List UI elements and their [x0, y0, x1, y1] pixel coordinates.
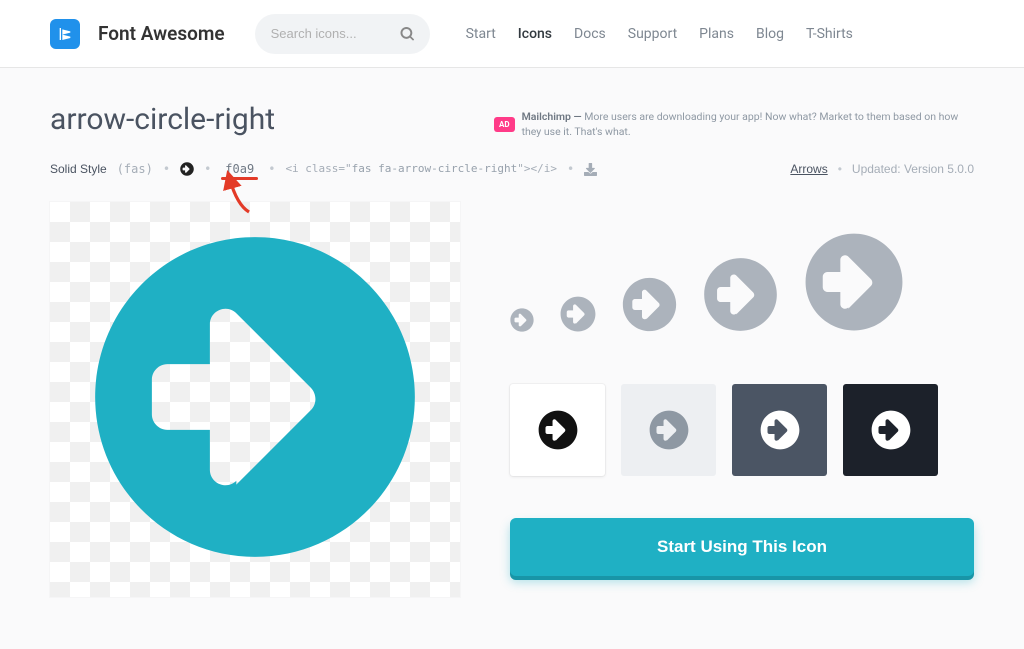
main-nav: Start Icons Docs Support Plans Blog T-Sh…	[466, 26, 853, 42]
swatch-row	[510, 384, 974, 476]
swatch-white[interactable]	[510, 384, 605, 476]
logo-icon[interactable]	[50, 19, 80, 49]
swatch-dark[interactable]	[843, 384, 938, 476]
icon-preview	[50, 202, 460, 597]
page-title: arrow-circle-right	[50, 102, 275, 137]
ad-badge: AD	[494, 117, 515, 132]
size-lg[interactable]	[703, 257, 778, 336]
unicode-value[interactable]: f0a9	[221, 162, 258, 176]
arrow-circle-right-icon	[90, 232, 420, 566]
search-input-wrap[interactable]	[255, 14, 430, 54]
nav-support[interactable]: Support	[628, 26, 677, 42]
main: arrow-circle-right AD Mailchimp — More u…	[0, 68, 1024, 597]
swatch-gray[interactable]	[732, 384, 827, 476]
size-md[interactable]	[622, 277, 677, 336]
size-row	[510, 232, 974, 336]
nav-tshirts[interactable]: T-Shirts	[806, 26, 853, 42]
annotation-arrow-icon	[215, 168, 267, 219]
download-icon[interactable]	[584, 162, 597, 176]
meta-row: Solid Style (fas) • • f0a9 • <i class="f…	[50, 161, 974, 176]
category-link[interactable]: Arrows	[790, 162, 827, 176]
start-using-button[interactable]: Start Using This Icon	[510, 518, 974, 576]
nav-docs[interactable]: Docs	[574, 26, 606, 42]
ad-banner[interactable]: AD Mailchimp — More users are downloadin…	[494, 110, 974, 139]
swatch-light[interactable]	[621, 384, 716, 476]
search-input[interactable]	[271, 26, 400, 41]
nav-start[interactable]: Start	[466, 26, 496, 42]
style-prefix: (fas)	[117, 162, 153, 176]
nav-icons[interactable]: Icons	[518, 26, 552, 42]
brand-name[interactable]: Font Awesome	[98, 22, 225, 45]
size-sm[interactable]	[560, 296, 596, 336]
nav-blog[interactable]: Blog	[756, 26, 784, 42]
search-icon	[400, 27, 414, 41]
nav-plans[interactable]: Plans	[699, 26, 734, 42]
header: Font Awesome Start Icons Docs Support Pl…	[0, 0, 1024, 68]
ad-text: Mailchimp — More users are downloading y…	[522, 110, 974, 139]
size-xs[interactable]	[510, 308, 534, 336]
style-label: Solid Style	[50, 162, 107, 176]
arrow-circle-right-icon	[180, 161, 194, 176]
size-xl[interactable]	[804, 232, 904, 336]
updated-text: Updated: Version 5.0.0	[852, 162, 974, 176]
code-snippet[interactable]: <i class="fas fa-arrow-circle-right"></i…	[285, 162, 557, 175]
